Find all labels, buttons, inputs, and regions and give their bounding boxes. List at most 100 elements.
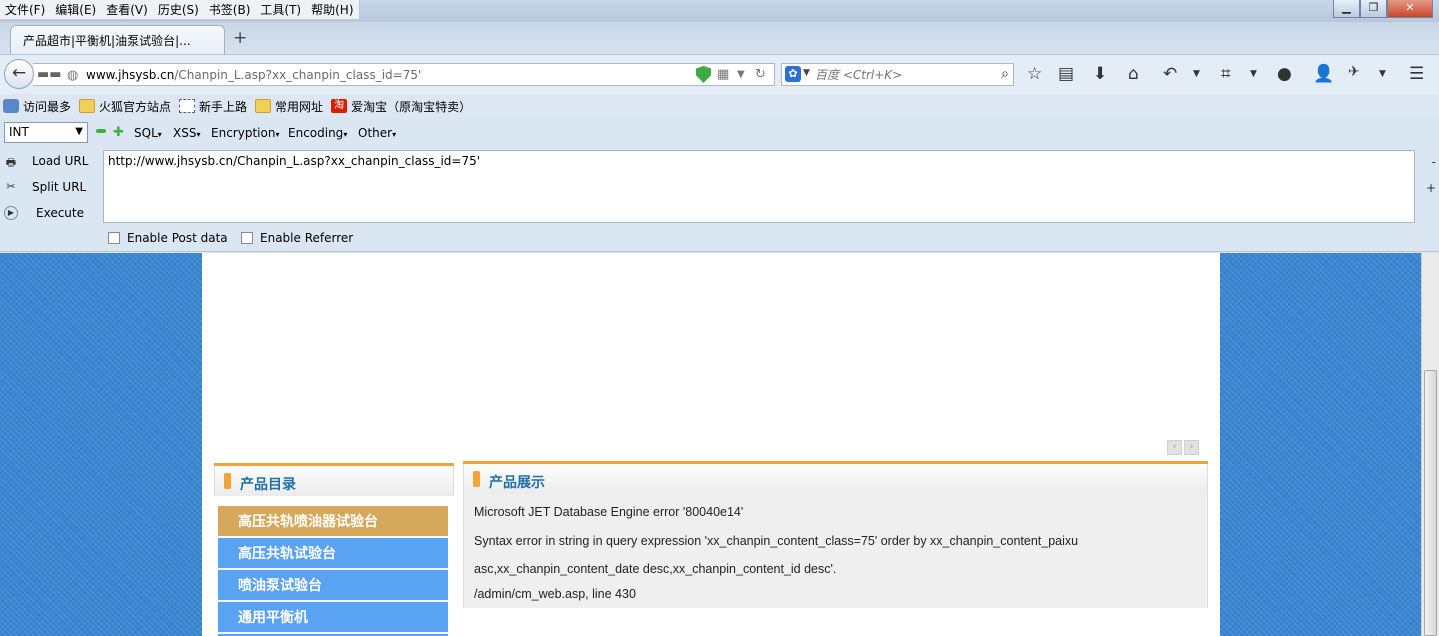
dropdown-arrow-icon: ▾ [343, 130, 348, 139]
new-tab-icon[interactable]: + [233, 28, 247, 48]
close-window-button[interactable]: ✕ [1387, 0, 1433, 18]
menu-help[interactable]: 帮助(H) [306, 0, 358, 19]
bookmark-common-sites[interactable]: 常用网址 [255, 98, 323, 115]
tab-strip: 产品超市|平衡机|油泵试验台|... + [0, 22, 1439, 54]
catalog-header: 产品目录 [214, 466, 454, 496]
menu-tools[interactable]: 工具(T) [255, 0, 306, 19]
header-marker-icon [473, 471, 480, 487]
menu-xss[interactable]: XSS▾ [173, 126, 200, 140]
bookmark-label: 常用网址 [275, 99, 324, 114]
catalog-title: 产品目录 [240, 477, 296, 493]
navigation-bar: ▬▬ ◍ www.jhsysb.cn/Chanpin_L.asp?xx_chan… [0, 54, 1439, 94]
category-item[interactable]: 通用平衡机 [218, 602, 448, 632]
split-url-button[interactable]: ✂ Split URL [4, 180, 86, 194]
page-body: ‹ › 产品目录 高压共轨喷油器试验台 高压共轨试验台 喷油泵试验台 通用平衡机… [202, 253, 1220, 636]
search-bar[interactable]: ✿ ▼ ⌕ [781, 63, 1014, 86]
globe-icon: ◍ [67, 68, 79, 83]
decrease-icon[interactable] [96, 129, 106, 133]
execute-button[interactable]: ▶ Execute [4, 206, 84, 220]
extension-dropdown-icon[interactable]: ▼ [1379, 69, 1386, 79]
bookmark-getting-started[interactable]: 新手上路 [179, 98, 247, 115]
tab-groups-icon[interactable]: ▬▬ [37, 67, 62, 82]
shrink-textarea-button[interactable]: - [1432, 155, 1436, 169]
page-viewport: ‹ › 产品目录 高压共轨喷油器试验台 高压共轨试验台 喷油泵试验台 通用平衡机… [0, 253, 1439, 636]
undo-icon[interactable]: ↶ [1163, 64, 1177, 84]
menu-other-label: Other [358, 126, 393, 140]
menu-other[interactable]: Other▾ [358, 126, 396, 140]
baidu-icon[interactable]: ✿ [785, 66, 801, 82]
bookmarks-list-icon[interactable]: ▤ [1058, 64, 1074, 84]
error-line: /admin/cm_web.asp, line 430 [474, 587, 636, 601]
tab-current[interactable]: 产品超市|平衡机|油泵试验台|... [10, 25, 225, 54]
menu-xss-label: XSS [173, 126, 197, 140]
menu-bookmarks[interactable]: 书签(B) [204, 0, 256, 19]
bookmark-label: 爱淘宝（原淘宝特卖） [351, 99, 472, 114]
restore-button[interactable]: ❐ [1360, 0, 1387, 18]
play-icon: ▶ [4, 206, 18, 220]
shield-icon[interactable] [696, 66, 711, 83]
chat-icon[interactable]: ● [1277, 64, 1292, 84]
url-bar[interactable]: ▬▬ ◍ www.jhsysb.cn/Chanpin_L.asp?xx_chan… [33, 63, 775, 86]
prev-banner-button[interactable]: ‹ [1167, 440, 1182, 455]
menu-encryption-label: Encryption [211, 126, 276, 140]
error-line: Microsoft JET Database Engine error '800… [474, 505, 744, 519]
category-item[interactable]: 高压共轨试验台 [218, 538, 448, 568]
qr-code-icon[interactable]: ▦ [717, 67, 729, 82]
enable-post-checkbox[interactable]: Enable Post data [108, 231, 228, 245]
search-input[interactable] [815, 66, 990, 83]
checkbox-box[interactable] [108, 232, 120, 244]
minimize-button[interactable]: ▁ [1333, 0, 1360, 18]
home-icon[interactable]: ⌂ [1128, 64, 1139, 84]
load-url-button[interactable]: 🖶 Load URL [4, 154, 89, 169]
menu-encryption[interactable]: Encryption▾ [211, 126, 279, 140]
search-icon[interactable]: ⌕ [1001, 66, 1009, 82]
menu-hamburger-icon[interactable]: ☰ [1409, 64, 1424, 84]
bookmark-label: 访问最多 [23, 99, 72, 114]
category-item[interactable]: 喷油泵试验台 [218, 570, 448, 600]
url-dropdown-icon[interactable]: ▼ [737, 69, 745, 80]
reload-icon[interactable]: ↻ [755, 67, 766, 82]
next-banner-button[interactable]: › [1184, 440, 1199, 455]
vertical-scrollbar[interactable] [1421, 253, 1439, 636]
scrollbar-thumb[interactable] [1424, 370, 1437, 636]
checkbox-box[interactable] [241, 232, 253, 244]
grow-textarea-button[interactable]: + [1426, 181, 1436, 195]
menu-bar: 文件(F) 编辑(E) 查看(V) 历史(S) 书签(B) 工具(T) 帮助(H… [0, 0, 360, 20]
account-icon[interactable]: 👤 [1313, 64, 1334, 84]
back-button[interactable]: ← [4, 59, 34, 89]
product-catalog-box: 产品目录 高压共轨喷油器试验台 高压共轨试验台 喷油泵试验台 通用平衡机 [214, 463, 454, 636]
bookmark-firefox-site[interactable]: 火狐官方站点 [79, 98, 171, 115]
execute-label: Execute [36, 206, 84, 220]
url-textarea[interactable]: http://www.jhsysb.cn/Chanpin_L.asp?xx_ch… [103, 150, 1415, 223]
dropdown-arrow-icon: ▾ [275, 130, 280, 139]
taobao-icon: 淘 [331, 99, 348, 113]
folder-icon [79, 99, 96, 113]
enable-post-label: Enable Post data [127, 231, 228, 245]
screenshot-dropdown-icon[interactable]: ▼ [1250, 69, 1257, 79]
search-engine-dropdown-icon[interactable]: ▼ [803, 68, 810, 78]
bookmark-aitaobao[interactable]: 淘爱淘宝（原淘宝特卖） [331, 98, 471, 115]
menu-history[interactable]: 历史(S) [153, 0, 204, 19]
undo-dropdown-icon[interactable]: ▼ [1193, 69, 1200, 79]
chevron-down-icon: ▼ [75, 126, 83, 137]
increase-icon[interactable]: ✚ [113, 125, 124, 140]
bookmark-star-icon[interactable]: ☆ [1027, 64, 1042, 84]
extension-icon[interactable]: ✈ [1348, 64, 1360, 80]
menu-view[interactable]: 查看(V) [101, 0, 153, 19]
load-url-icon: 🖶 [5, 156, 17, 169]
folder-icon [255, 99, 272, 113]
downloads-icon[interactable]: ⬇ [1093, 64, 1107, 84]
enable-referrer-checkbox[interactable]: Enable Referrer [241, 231, 353, 245]
type-select[interactable]: INT ▼ [4, 122, 88, 143]
bookmark-label: 新手上路 [199, 99, 248, 114]
screenshot-icon[interactable]: ⌗ [1221, 64, 1231, 84]
menu-sql[interactable]: SQL▾ [134, 126, 162, 140]
bookmark-most-visited[interactable]: 访问最多 [3, 98, 71, 115]
display-title: 产品展示 [489, 475, 545, 491]
menu-encoding[interactable]: Encoding▾ [288, 126, 347, 140]
menu-encoding-label: Encoding [288, 126, 344, 140]
category-item[interactable]: 高压共轨喷油器试验台 [218, 506, 448, 536]
menu-edit[interactable]: 编辑(E) [50, 0, 101, 19]
url-text[interactable]: www.jhsysb.cn/Chanpin_L.asp?xx_chanpin_c… [86, 68, 421, 82]
menu-file[interactable]: 文件(F) [0, 0, 50, 19]
